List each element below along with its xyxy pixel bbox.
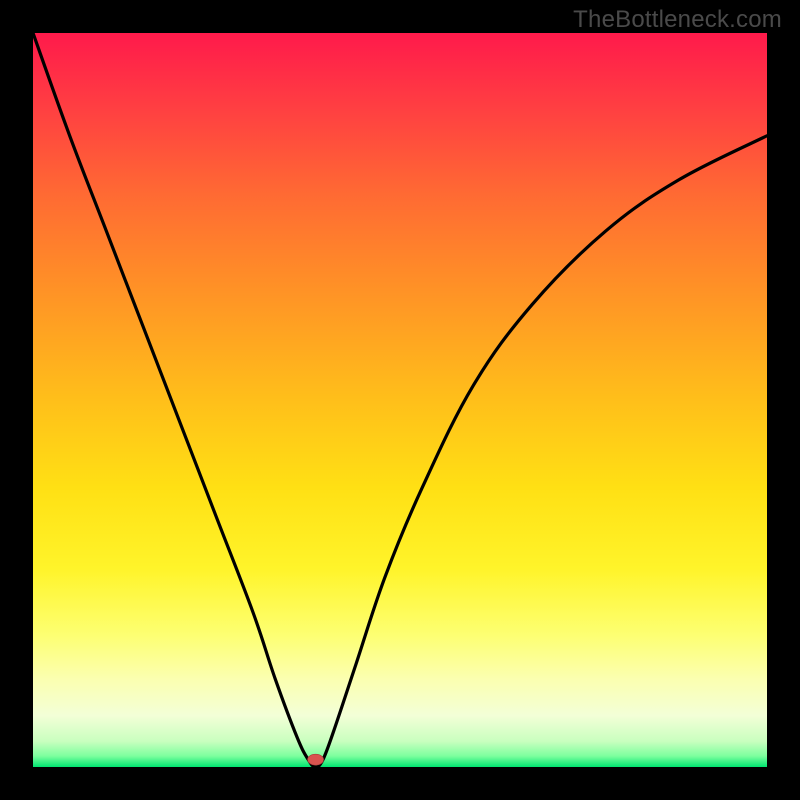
watermark-text: TheBottleneck.com <box>573 6 782 34</box>
optimal-marker <box>308 754 324 765</box>
plot-area <box>33 33 767 767</box>
chart-frame: TheBottleneck.com <box>0 0 800 800</box>
bottleneck-curve <box>33 33 767 767</box>
